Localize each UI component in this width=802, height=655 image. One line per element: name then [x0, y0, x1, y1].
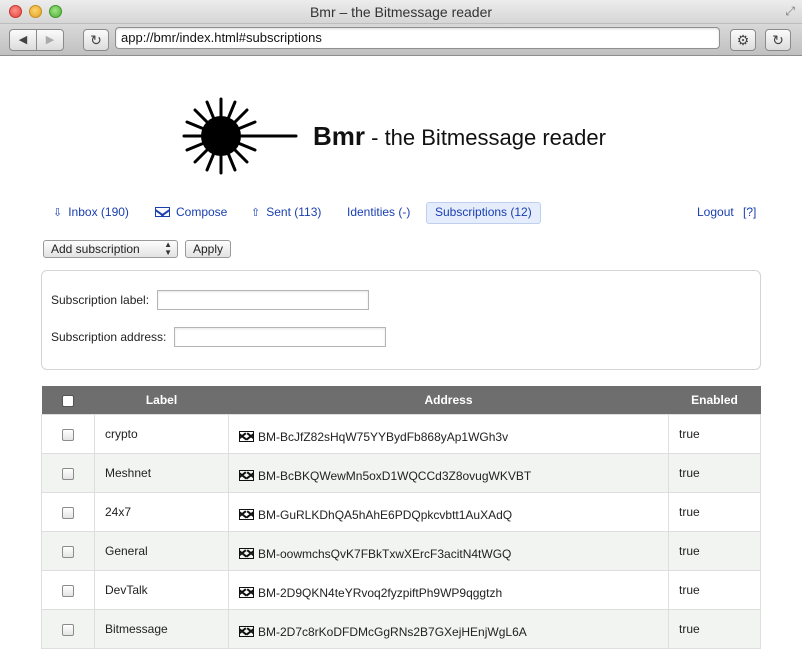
subscriptions-table: Label Address Enabled crypto BM-BcJfZ82s…	[41, 386, 761, 649]
row-address-cell: BM-BcBKQWewMn5oxD1WQCCd3Z8ovugWKVBT	[228, 452, 669, 493]
row-checkbox[interactable]	[62, 506, 74, 519]
refresh-icon: ↻	[772, 32, 784, 48]
row-checkbox[interactable]	[62, 467, 74, 480]
inbox-arrow-icon: ⇩	[53, 207, 63, 219]
row-label: DevTalk	[94, 569, 229, 610]
table-row[interactable]: Meshnet BM-BcBKQWewMn5oxD1WQCCd3Z8ovugWK…	[41, 452, 761, 493]
brand-heading: Bmr - the Bitmessage reader	[313, 121, 606, 152]
logout-link[interactable]: Logout	[689, 202, 742, 224]
table-row[interactable]: Bitmessage BM-2D7c8rKoDFDMcGgRNs2B7GXejH…	[41, 608, 761, 649]
bmr-logo-icon	[182, 97, 298, 175]
row-address: BM-GuRLKDhQA5hAhE6PDQpkcvbtt1AuXAdQ	[258, 507, 513, 522]
row-enabled: true	[668, 530, 761, 571]
subscription-address-input[interactable]	[174, 327, 386, 347]
row-address: BM-2D7c8rKoDFDMcGgRNs2B7GXejHEnjWgL6A	[258, 624, 527, 639]
row-label: Meshnet	[94, 452, 229, 493]
nav-identities[interactable]: Identities (-)	[339, 202, 418, 224]
row-checkbox[interactable]	[62, 623, 74, 636]
nav-identities-label: Identities (-)	[347, 205, 411, 219]
row-checkbox-cell	[41, 569, 95, 610]
table-header-row: Label Address Enabled	[41, 386, 761, 414]
row-enabled: true	[668, 452, 761, 493]
compose-envelope-icon	[155, 207, 170, 217]
apply-button[interactable]: Apply	[185, 240, 231, 258]
help-link[interactable]: [?]	[735, 202, 764, 224]
action-select[interactable]: Add subscription ▲ ▼	[43, 240, 178, 258]
nav-sent-label: Sent (113)	[266, 205, 322, 219]
settings-button[interactable]: ⚙	[730, 29, 756, 51]
fullscreen-icon[interactable]: ⤢	[785, 4, 795, 19]
row-enabled: true	[668, 491, 761, 532]
reload-button[interactable]: ↻	[83, 29, 109, 51]
forward-button[interactable]: ▶	[36, 29, 64, 51]
action-select-value: Add subscription	[51, 242, 140, 256]
row-checkbox[interactable]	[62, 584, 74, 597]
window-title: Bmr – the Bitmessage reader	[309, 4, 493, 20]
row-address: BM-BcJfZ82sHqW75YYBydFb868yAp1WGh3v	[258, 429, 509, 444]
enabled-column-header[interactable]: Enabled	[668, 386, 761, 414]
select-all-header	[41, 386, 95, 414]
select-arrows-icon: ▲ ▼	[164, 240, 172, 257]
row-address-cell: BM-GuRLKDhQA5hAhE6PDQpkcvbtt1AuXAdQ	[228, 491, 669, 532]
nav-inbox[interactable]: ⇩ Inbox (190)	[45, 202, 137, 224]
main-nav: ⇩ Inbox (190) Compose ⇧ Sent (113) Identit…	[0, 202, 802, 224]
table-row[interactable]: crypto BM-BcJfZ82sHqW75YYBydFb868yAp1WGh…	[41, 413, 761, 454]
back-arrow-icon: ◀	[18, 34, 28, 46]
back-button[interactable]: ◀	[9, 29, 37, 51]
subscription-label-label: Subscription label:	[51, 293, 150, 307]
row-address: BM-2D9QKN4teYRvoq2fyzpiftPh9WP9qggtzh	[258, 585, 503, 600]
table-row[interactable]: DevTalk BM-2D9QKN4teYRvoq2fyzpiftPh9WP9q…	[41, 569, 761, 610]
row-enabled: true	[668, 608, 761, 649]
browser-toolbar: ◀ ▶ ↻ app://bmr/index.html#subscriptions…	[0, 24, 802, 56]
row-address: BM-BcBKQWewMn5oxD1WQCCd3Z8ovugWKVBT	[258, 468, 532, 483]
row-address-cell: BM-2D7c8rKoDFDMcGgRNs2B7GXejHEnjWgL6A	[228, 608, 669, 649]
select-all-checkbox[interactable]	[62, 394, 74, 407]
row-checkbox-cell	[41, 491, 95, 532]
envelope-icon[interactable]	[239, 625, 254, 637]
row-address-cell: BM-oowmchsQvK7FBkTxwXErcF3acitN4tWGQ	[228, 530, 669, 571]
row-checkbox-cell	[41, 413, 95, 454]
sent-arrow-icon: ⇧	[251, 207, 261, 219]
envelope-icon[interactable]	[239, 508, 254, 520]
address-bar[interactable]: app://bmr/index.html#subscriptions	[115, 27, 720, 49]
row-checkbox-cell	[41, 452, 95, 493]
row-enabled: true	[668, 413, 761, 454]
row-label: General	[94, 530, 229, 571]
row-checkbox-cell	[41, 530, 95, 571]
refresh-button[interactable]: ↻	[765, 29, 791, 51]
subscription-form: Subscription label: Subscription address…	[41, 270, 761, 370]
gear-icon: ⚙	[736, 32, 750, 48]
row-label: 24x7	[94, 491, 229, 532]
address-column-header[interactable]: Address	[228, 386, 669, 414]
table-row[interactable]: 24x7 BM-GuRLKDhQA5hAhE6PDQpkcvbtt1AuXAdQ…	[41, 491, 761, 532]
brand-name: Bmr	[313, 121, 366, 151]
row-address: BM-oowmchsQvK7FBkTxwXErcF3acitN4tWGQ	[258, 546, 512, 561]
row-checkbox[interactable]	[62, 545, 74, 558]
reload-icon: ↻	[90, 32, 102, 48]
subscription-label-input[interactable]	[157, 290, 369, 310]
subscription-address-label: Subscription address:	[51, 330, 167, 344]
nav-subscriptions[interactable]: Subscriptions (12)	[426, 202, 541, 224]
row-address-cell: BM-2D9QKN4teYRvoq2fyzpiftPh9WP9qggtzh	[228, 569, 669, 610]
nav-subscriptions-label: Subscriptions (12)	[435, 205, 532, 219]
nav-compose-label: Compose	[176, 205, 228, 219]
row-checkbox[interactable]	[62, 428, 74, 441]
nav-compose[interactable]: Compose	[147, 202, 235, 224]
row-enabled: true	[668, 569, 761, 610]
nav-inbox-label: Inbox (190)	[68, 205, 129, 219]
brand-tagline: - the Bitmessage reader	[365, 125, 606, 150]
label-column-header[interactable]: Label	[94, 386, 229, 414]
envelope-icon[interactable]	[239, 586, 254, 598]
row-address-cell: BM-BcJfZ82sHqW75YYBydFb868yAp1WGh3v	[228, 413, 669, 454]
envelope-icon[interactable]	[239, 430, 254, 442]
window-titlebar: Bmr – the Bitmessage reader ⤢	[0, 0, 802, 24]
table-row[interactable]: General BM-oowmchsQvK7FBkTxwXErcF3acitN4…	[41, 530, 761, 571]
envelope-icon[interactable]	[239, 469, 254, 481]
row-checkbox-cell	[41, 608, 95, 649]
row-label: Bitmessage	[94, 608, 229, 649]
forward-arrow-icon: ▶	[45, 34, 55, 46]
envelope-icon[interactable]	[239, 547, 254, 559]
nav-sent[interactable]: ⇧ Sent (113)	[243, 202, 329, 224]
row-label: crypto	[94, 413, 229, 454]
